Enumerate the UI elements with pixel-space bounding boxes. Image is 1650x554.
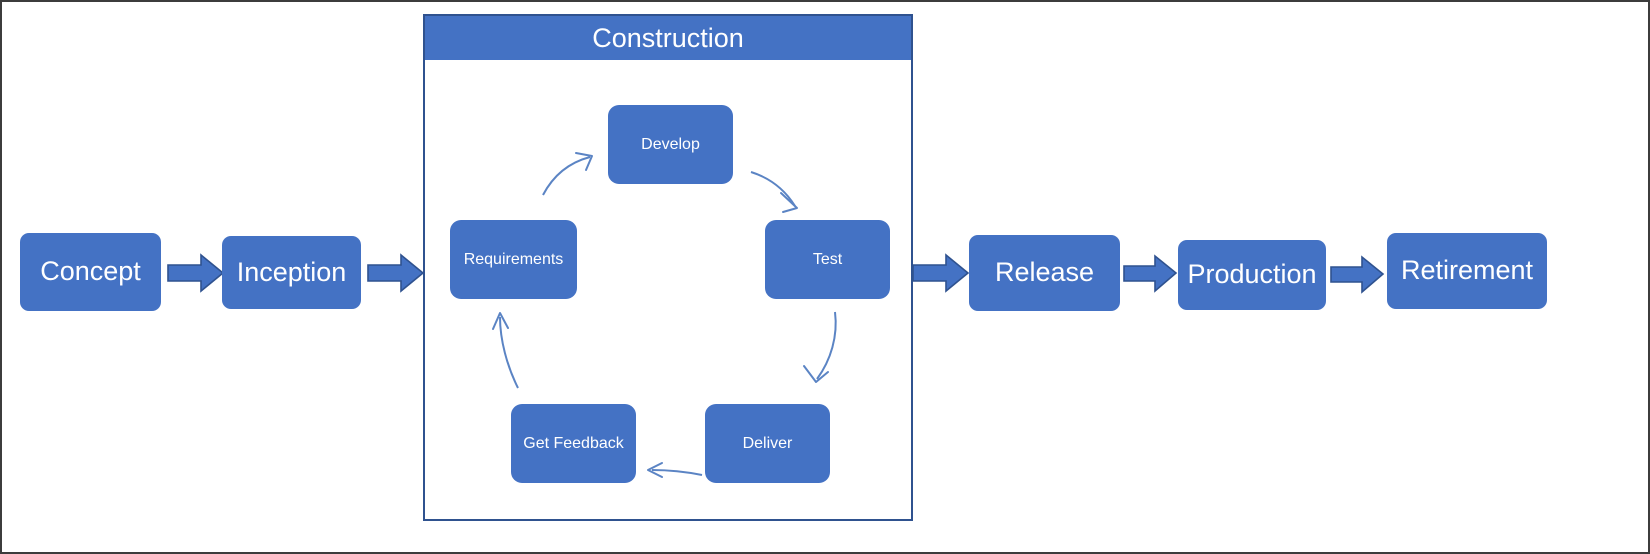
construction-header: Construction [425, 16, 911, 60]
flow-arrow-construction-to-release [912, 253, 970, 293]
flow-arrow-production-to-retirement [1330, 255, 1385, 294]
stage-box-inception[interactable]: Inception [222, 236, 361, 309]
stage-label-release: Release [994, 257, 1095, 288]
flow-arrow-concept-to-inception [167, 253, 225, 293]
cycle-box-get-feedback[interactable]: Get Feedback [511, 404, 636, 483]
cycle-box-requirements[interactable]: Requirements [450, 220, 577, 299]
cycle-label-requirements: Requirements [463, 250, 564, 268]
cycle-box-develop[interactable]: Develop [608, 105, 733, 184]
construction-panel: Construction Develop Test Deliver Get Fe… [423, 14, 913, 521]
construction-title: Construction [592, 22, 744, 53]
stage-box-release[interactable]: Release [969, 235, 1120, 311]
cycle-label-get-feedback: Get Feedback [523, 434, 624, 452]
cycle-box-test[interactable]: Test [765, 220, 890, 299]
flow-arrow-release-to-production [1123, 254, 1178, 293]
cycle-label-test: Test [812, 250, 843, 268]
cycle-box-deliver[interactable]: Deliver [705, 404, 830, 483]
stage-label-inception: Inception [236, 256, 347, 287]
stage-box-retirement[interactable]: Retirement [1387, 233, 1547, 309]
cycle-label-deliver: Deliver [742, 434, 793, 452]
stage-box-concept[interactable]: Concept [20, 233, 161, 311]
diagram-canvas: Concept Inception Construction Develop T… [0, 0, 1650, 554]
flow-arrow-inception-to-construction [367, 253, 425, 293]
stage-label-concept: Concept [40, 256, 141, 287]
stage-label-retirement: Retirement [1400, 255, 1534, 286]
stage-box-production[interactable]: Production [1178, 240, 1326, 310]
stage-label-production: Production [1187, 259, 1317, 290]
cycle-label-develop: Develop [641, 135, 700, 153]
